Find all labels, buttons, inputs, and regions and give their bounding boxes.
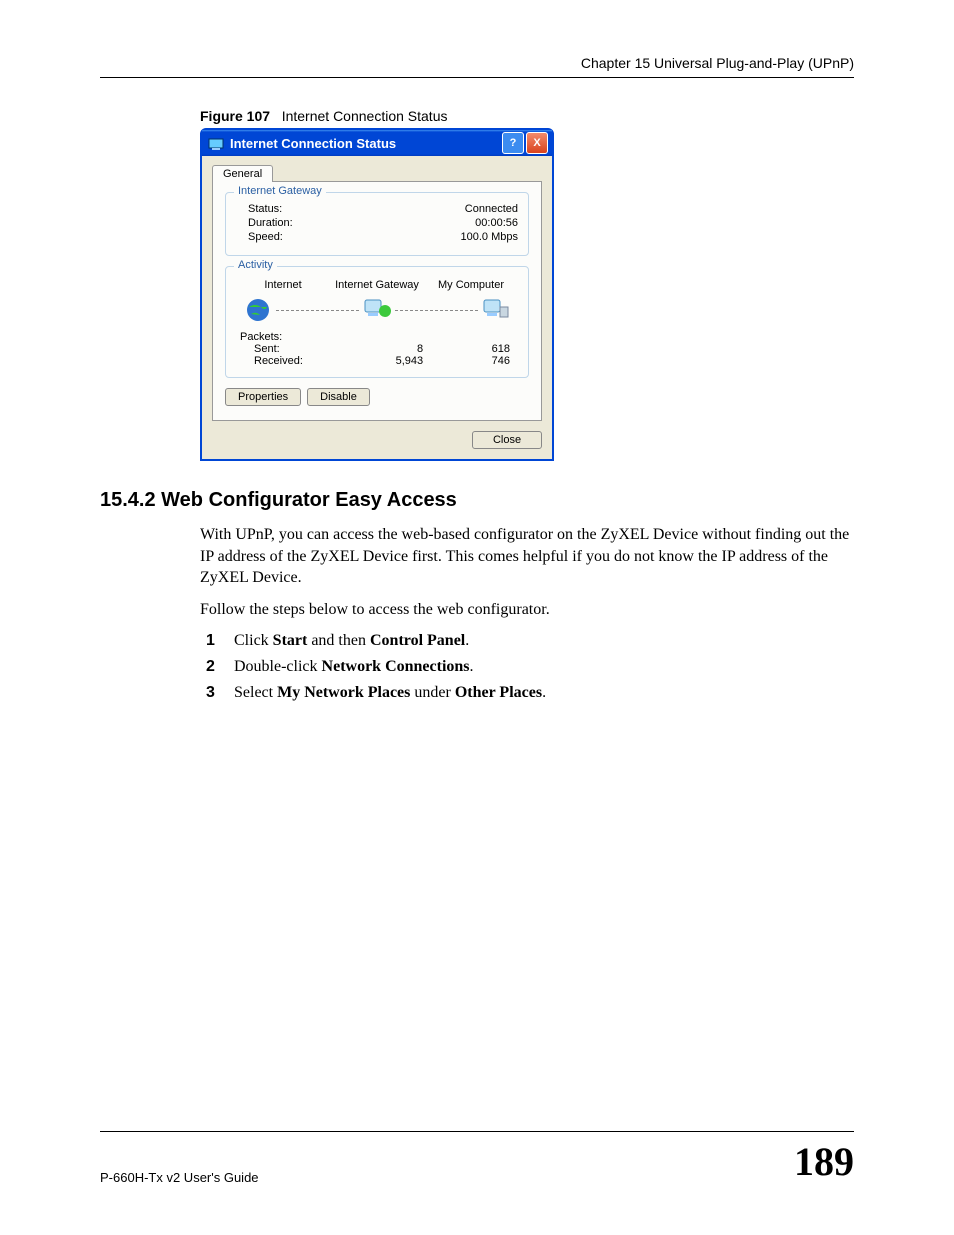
header-rule [100, 77, 854, 78]
status-label: Status: [248, 203, 282, 215]
step-2: Double-click Network Connections. [226, 656, 854, 678]
gw-recv: 5,943 [344, 355, 431, 367]
duration-value: 00:00:56 [475, 217, 518, 229]
computer-icon [480, 297, 512, 323]
link-line-2 [395, 310, 478, 311]
dialog-title: Internet Connection Status [230, 136, 502, 151]
tab-panel: Internet Gateway Status: Connected Durat… [212, 181, 542, 421]
activity-legend: Activity [234, 259, 277, 271]
col-internet: Internet [236, 279, 330, 291]
status-value: Connected [465, 203, 518, 215]
gateway-legend: Internet Gateway [234, 185, 326, 197]
gateway-icon [361, 297, 393, 323]
step-1: Click Start and then Control Panel. [226, 630, 854, 652]
my-sent: 618 [431, 343, 518, 355]
internet-gateway-group: Internet Gateway Status: Connected Durat… [225, 192, 529, 256]
tab-general[interactable]: General [212, 165, 273, 182]
link-line [276, 310, 359, 311]
col-gateway: Internet Gateway [330, 279, 424, 291]
my-recv: 746 [431, 355, 518, 367]
figure-caption: Figure 107 Internet Connection Status [200, 108, 854, 124]
chapter-header: Chapter 15 Universal Plug-and-Play (UPnP… [100, 55, 854, 77]
properties-button[interactable]: Properties [225, 388, 301, 406]
activity-group: Activity Internet Internet Gateway My Co… [225, 266, 529, 378]
footer-rule [100, 1131, 854, 1132]
help-button[interactable]: ? [502, 132, 524, 154]
section-heading: 15.4.2 Web Configurator Easy Access [100, 489, 854, 512]
gw-sent: 8 [344, 343, 431, 355]
duration-label: Duration: [248, 217, 293, 229]
footer-guide: P-660H-Tx v2 User's Guide [100, 1170, 259, 1185]
globe-icon [242, 297, 274, 323]
close-icon[interactable]: X [526, 132, 548, 154]
figure-title: Internet Connection Status [282, 108, 448, 124]
speed-label: Speed: [248, 231, 283, 243]
page-number: 189 [794, 1138, 854, 1185]
col-mycomputer: My Computer [424, 279, 518, 291]
step-3: Select My Network Places under Other Pla… [226, 682, 854, 704]
close-button[interactable]: Close [472, 431, 542, 449]
dialog-titlebar[interactable]: Internet Connection Status ? X [202, 130, 552, 156]
disable-button[interactable]: Disable [307, 388, 370, 406]
speed-value: 100.0 Mbps [461, 231, 518, 243]
sent-label: Sent: [240, 343, 344, 355]
packets-label: Packets: [240, 331, 344, 343]
para-1: With UPnP, you can access the web-based … [200, 524, 854, 589]
status-dialog: Internet Connection Status ? X General I… [200, 128, 554, 461]
para-2: Follow the steps below to access the web… [200, 599, 854, 621]
app-icon [208, 135, 224, 151]
figure-number: Figure 107 [200, 108, 270, 124]
recv-label: Received: [240, 355, 344, 367]
